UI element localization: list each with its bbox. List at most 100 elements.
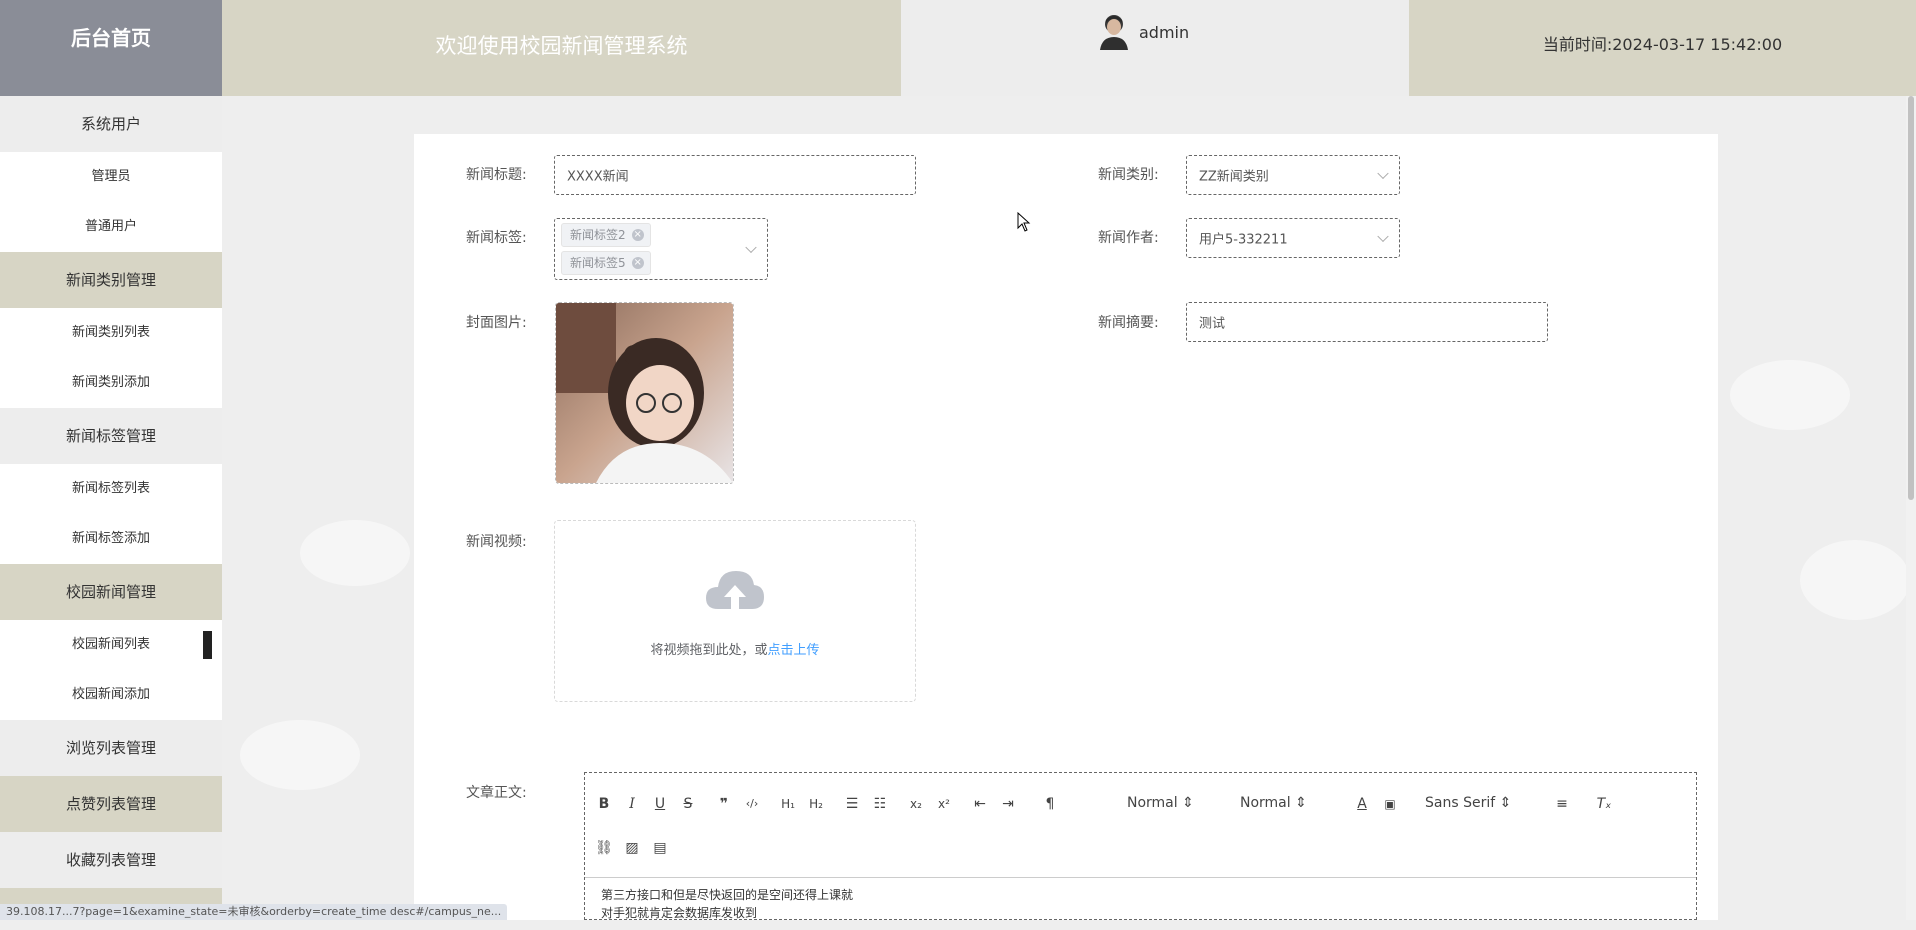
video-icon[interactable]: ▤ [649, 837, 671, 859]
editor-line: 对手犯就肯定会数据库发收到 [601, 906, 758, 920]
close-icon[interactable]: × [631, 229, 644, 241]
tag-chip-label: 新闻标签5 [570, 256, 626, 270]
subscript-button[interactable]: x₂ [905, 793, 927, 815]
chevron-down-icon [1377, 230, 1389, 243]
click-upload-link[interactable]: 点击上传 [768, 643, 820, 658]
author-label: 新闻作者: [1098, 230, 1159, 246]
tags-label: 新闻标签: [466, 230, 527, 246]
user-avatar-icon[interactable] [1097, 12, 1131, 50]
size-select[interactable]: Normal ⇕ [1240, 795, 1307, 811]
category-label: 新闻类别: [1098, 167, 1159, 183]
tags-select[interactable]: 新闻标签2 × 新闻标签5 × [554, 218, 768, 280]
text-direction-icon[interactable]: ¶ [1039, 793, 1061, 815]
font-color-icon[interactable]: A [1351, 793, 1373, 815]
underline-button[interactable]: U [649, 793, 671, 815]
bg-decoration [1800, 540, 1910, 620]
category-value: ZZ新闻类别 [1199, 169, 1269, 185]
time-value: 2024-03-17 15:42:00 [1612, 35, 1783, 54]
video-label: 新闻视频: [466, 534, 527, 550]
sidebar-item-category-list[interactable]: 新闻类别列表 [0, 308, 222, 358]
sidebar-group-campus-news[interactable]: 校园新闻管理 [0, 564, 222, 620]
superscript-button[interactable]: x² [933, 793, 955, 815]
sidebar-item-tag-list[interactable]: 新闻标签列表 [0, 464, 222, 514]
align-icon[interactable]: ≡ [1551, 793, 1573, 815]
upload-cloud-icon [706, 571, 764, 609]
tag-chip: 新闻标签2 × [561, 223, 651, 247]
sidebar-group-view-list[interactable]: 浏览列表管理 [0, 720, 222, 776]
header-select-value: Normal [1127, 795, 1178, 811]
sidebar-group-news-tag[interactable]: 新闻标签管理 [0, 408, 222, 464]
outdent-icon[interactable]: ⇤ [969, 793, 991, 815]
category-select[interactable]: ZZ新闻类别 [1186, 155, 1400, 195]
home-link[interactable]: 后台首页 [0, 0, 222, 96]
rich-text-editor[interactable]: B I U S ❞ ‹/› H₁ H₂ ☰ ☷ x₂ x² ⇤ ⇥ ¶ Norm… [584, 772, 1697, 920]
bg-decoration [1730, 360, 1850, 430]
font-select[interactable]: Sans Serif ⇕ [1425, 795, 1511, 811]
title-label: 新闻标题: [466, 167, 527, 183]
sidebar-group-favorite-list[interactable]: 收藏列表管理 [0, 832, 222, 888]
time-label: 当前时间: [1542, 35, 1613, 54]
link-icon[interactable]: ⛓ [593, 837, 615, 859]
tag-chip-label: 新闻标签2 [570, 228, 626, 242]
heading-1-button[interactable]: H₁ [777, 793, 799, 815]
italic-button[interactable]: I [621, 793, 643, 815]
ordered-list-icon[interactable]: ☰ [841, 793, 863, 815]
summary-value: 测试 [1199, 316, 1226, 332]
sidebar: 系统用户 管理员 普通用户 新闻类别管理 新闻类别列表 新闻类别添加 新闻标签管… [0, 96, 222, 920]
header-select[interactable]: Normal ⇕ [1127, 795, 1194, 811]
blockquote-icon[interactable]: ❞ [713, 793, 735, 815]
sidebar-item-news-list[interactable]: 校园新闻列表 [0, 620, 222, 670]
body-label: 文章正文: [466, 785, 527, 801]
cover-image[interactable] [555, 302, 734, 484]
title-input[interactable]: XXXX新闻 [554, 155, 916, 195]
sidebar-group-like-list[interactable]: 点赞列表管理 [0, 776, 222, 832]
editor-content[interactable]: 第三方接口和但是尽快返回的是空间还得上课就 对手犯就肯定会数据库发收到 [585, 877, 1696, 930]
cover-photo-icon [556, 303, 733, 483]
bg-decoration [300, 520, 410, 586]
size-select-value: Normal [1240, 795, 1291, 811]
video-upload-dropzone[interactable]: 将视频拖到此处，或点击上传 [554, 520, 916, 702]
sidebar-group-news-category[interactable]: 新闻类别管理 [0, 252, 222, 308]
close-icon[interactable]: × [631, 257, 644, 269]
upload-hint: 将视频拖到此处，或点击上传 [555, 639, 915, 658]
upload-hint-text: 将视频拖到此处，或 [650, 643, 768, 658]
editor-line: 第三方接口和但是尽快返回的是空间还得上课就 [601, 888, 854, 902]
background-color-icon[interactable]: ▣ [1379, 793, 1401, 815]
username: admin [1139, 23, 1190, 42]
cover-label: 封面图片: [466, 315, 527, 331]
chevron-down-icon [745, 241, 757, 254]
strike-button[interactable]: S [677, 793, 699, 815]
user-area[interactable]: admin [901, 0, 1409, 96]
tag-chip: 新闻标签5 × [561, 251, 651, 275]
chevron-down-icon [1377, 167, 1389, 180]
heading-2-button[interactable]: H₂ [805, 793, 827, 815]
system-title: 欢迎使用校园新闻管理系统 [222, 0, 901, 96]
bg-decoration [240, 720, 360, 790]
scrollbar-thumb[interactable] [1908, 96, 1914, 500]
sidebar-group-system-users[interactable]: 系统用户 [0, 96, 222, 152]
sidebar-item-tag-add[interactable]: 新闻标签添加 [0, 514, 222, 564]
mouse-cursor-icon [1017, 212, 1031, 232]
top-header: 后台首页 欢迎使用校园新闻管理系统 admin 当前时间:2024-03-17 … [0, 0, 1916, 96]
summary-input[interactable]: 测试 [1186, 302, 1548, 342]
selected-indicator [203, 631, 212, 659]
sidebar-item-normal-user[interactable]: 普通用户 [0, 202, 222, 252]
author-select[interactable]: 用户5-332211 [1186, 218, 1400, 258]
browser-status-url: 39.108.17...7?page=1&examine_state=未审核&o… [0, 904, 508, 920]
indent-icon[interactable]: ⇥ [997, 793, 1019, 815]
code-icon[interactable]: ‹/› [741, 793, 763, 815]
sidebar-item-news-add[interactable]: 校园新闻添加 [0, 670, 222, 720]
current-time: 当前时间:2024-03-17 15:42:00 [1409, 0, 1916, 96]
sidebar-item-admin[interactable]: 管理员 [0, 152, 222, 202]
bold-button[interactable]: B [593, 793, 615, 815]
clear-format-icon[interactable]: Tₓ [1593, 793, 1615, 815]
author-value: 用户5-332211 [1199, 232, 1288, 248]
page-scrollbar[interactable] [1906, 96, 1916, 920]
font-select-value: Sans Serif [1425, 795, 1496, 811]
image-icon[interactable]: ▨ [621, 837, 643, 859]
sidebar-item-label: 校园新闻列表 [71, 637, 150, 652]
title-value: XXXX新闻 [567, 169, 629, 185]
summary-label: 新闻摘要: [1098, 315, 1159, 331]
bullet-list-icon[interactable]: ☷ [869, 793, 891, 815]
sidebar-item-category-add[interactable]: 新闻类别添加 [0, 358, 222, 408]
